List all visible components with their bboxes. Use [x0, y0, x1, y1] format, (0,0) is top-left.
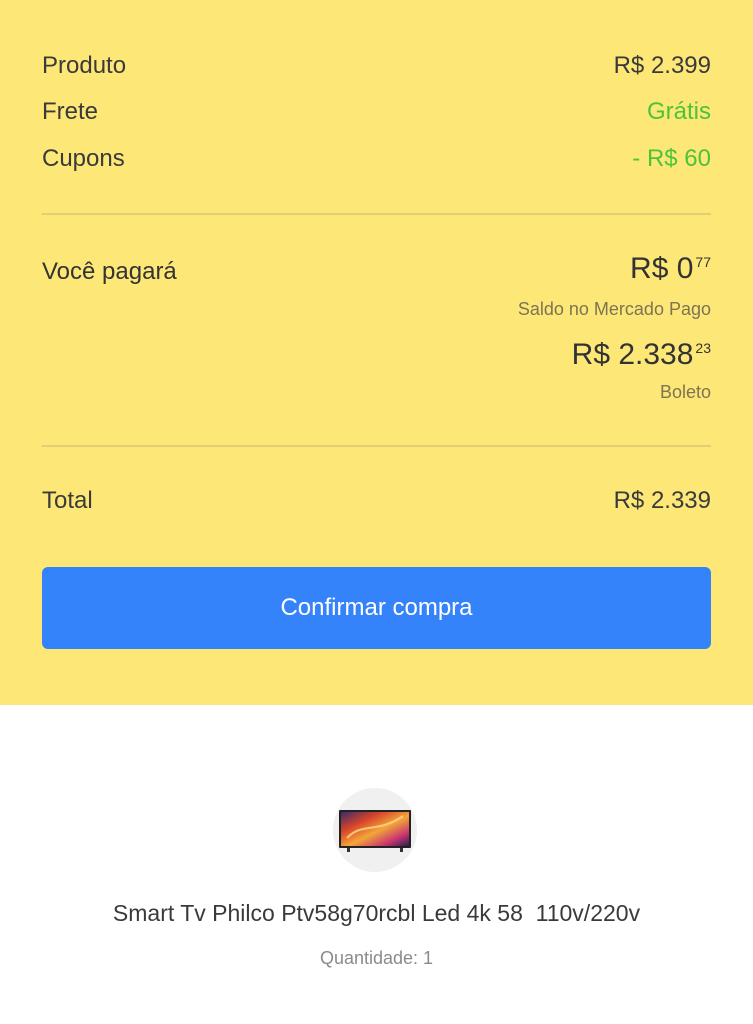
product-price-value: R$ 2.399	[613, 52, 711, 79]
payment-amount-integer: R$ 0	[630, 252, 694, 285]
shipping-label: Frete	[42, 98, 99, 125]
total-row: Total R$ 2.339	[42, 487, 711, 515]
product-price-label: Produto	[42, 52, 127, 79]
product-quantity: Quantidade: 1	[319, 948, 434, 968]
payment-amount-cents: 23	[695, 340, 711, 356]
you-will-pay-label: Você pagará	[42, 258, 177, 285]
payment-amount-boleto: R$ 2.338 23	[572, 338, 711, 372]
payment-amount-cents: 77	[695, 254, 711, 270]
divider	[42, 213, 711, 215]
divider	[42, 445, 711, 447]
payment-amount-balance: R$ 0 77	[630, 252, 711, 286]
tv-product-icon	[339, 810, 411, 852]
shipping-value: Grátis	[646, 98, 711, 125]
coupons-row: Cupons - R$ 60	[42, 145, 711, 173]
payment-method-balance: Saldo no Mercado Pago	[517, 299, 711, 319]
product-price-row: Produto R$ 2.399	[42, 52, 711, 80]
total-label: Total	[42, 487, 93, 514]
coupons-label: Cupons	[42, 145, 125, 172]
shipping-row: Frete Grátis	[42, 98, 711, 126]
total-value: R$ 2.339	[613, 487, 711, 514]
payment-method-boleto: Boleto	[659, 382, 711, 402]
confirm-purchase-button[interactable]: Confirmar compra	[42, 567, 711, 649]
product-title: Smart Tv Philco Ptv58g70rcbl Led 4k 58 1…	[112, 900, 641, 926]
purchase-summary: Produto R$ 2.399 Frete Grátis Cupons - R…	[0, 0, 753, 705]
coupons-value: - R$ 60	[632, 145, 711, 172]
payment-amount-integer: R$ 2.338	[571, 338, 694, 371]
product-thumbnail	[333, 788, 417, 872]
